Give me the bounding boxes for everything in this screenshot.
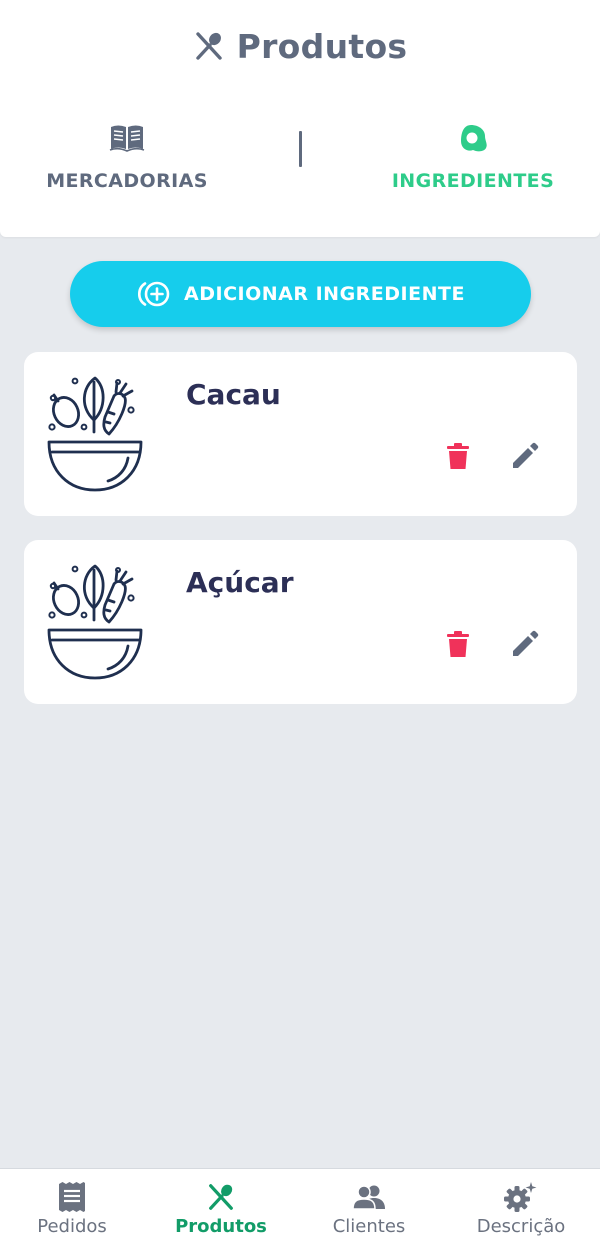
page-title-row: Produtos bbox=[0, 22, 600, 70]
tab-mercadorias[interactable]: MERCADORIAS bbox=[17, 120, 237, 200]
ingredient-icon bbox=[455, 120, 491, 156]
delete-icon[interactable] bbox=[442, 440, 474, 472]
tab-divider bbox=[299, 131, 302, 167]
salad-bowl-icon bbox=[46, 372, 146, 492]
edit-icon[interactable] bbox=[509, 440, 541, 472]
salad-bowl-icon bbox=[46, 560, 146, 680]
ingredient-card[interactable]: Cacau bbox=[24, 352, 577, 516]
ingredient-name: Açúcar bbox=[186, 566, 294, 599]
book-icon bbox=[109, 120, 145, 156]
utensils-icon bbox=[204, 1181, 238, 1213]
nav-item-pedidos[interactable]: Pedidos bbox=[0, 1169, 147, 1248]
nav-label: Pedidos bbox=[37, 1216, 107, 1237]
tab-label: MERCADORIAS bbox=[46, 170, 208, 192]
ingredient-card[interactable]: Açúcar bbox=[24, 540, 577, 704]
bottom-nav: Pedidos Produtos Clientes Descrição bbox=[0, 1168, 600, 1248]
nav-item-clientes[interactable]: Clientes bbox=[294, 1169, 444, 1248]
nav-item-produtos[interactable]: Produtos bbox=[146, 1169, 296, 1248]
delete-icon[interactable] bbox=[442, 628, 474, 660]
page-title: Produtos bbox=[236, 26, 408, 66]
nav-label: Clientes bbox=[332, 1216, 406, 1237]
add-ingredient-label: ADICIONAR INGREDIENTE bbox=[184, 283, 465, 305]
nav-label: Descrição bbox=[476, 1216, 566, 1237]
edit-icon[interactable] bbox=[509, 628, 541, 660]
products-screen: Produtos MERCADORIAS INGREDIENTES ADICIO… bbox=[0, 0, 600, 1248]
gear-icon bbox=[504, 1181, 538, 1213]
users-icon bbox=[352, 1181, 386, 1213]
ingredient-name: Cacau bbox=[186, 378, 281, 411]
tab-label: INGREDIENTES bbox=[391, 170, 555, 192]
add-ingredient-button[interactable]: ADICIONAR INGREDIENTE bbox=[70, 261, 531, 327]
nav-item-descricao[interactable]: Descrição bbox=[446, 1169, 596, 1248]
nav-label: Produtos bbox=[175, 1216, 267, 1237]
header: Produtos MERCADORIAS INGREDIENTES bbox=[0, 0, 600, 237]
receipt-icon bbox=[55, 1181, 89, 1213]
add-circle-icon bbox=[136, 279, 172, 309]
utensils-icon bbox=[193, 30, 225, 62]
tab-ingredientes[interactable]: INGREDIENTES bbox=[363, 120, 583, 200]
